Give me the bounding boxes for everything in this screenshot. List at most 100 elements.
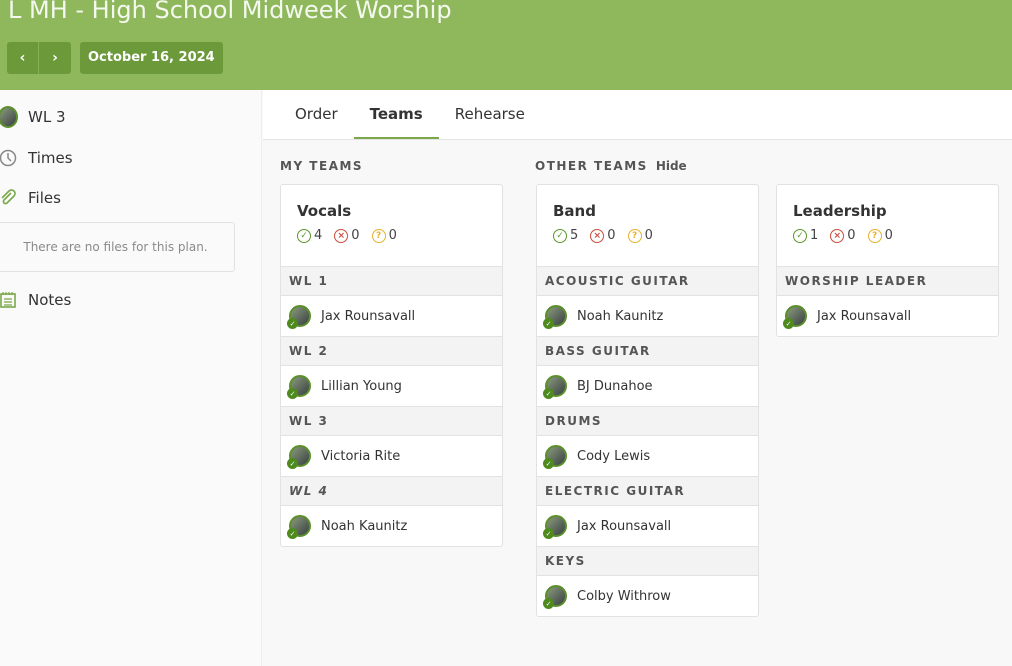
declined-count: × 0 — [830, 228, 856, 243]
person-name: Noah Kaunitz — [577, 308, 664, 324]
declined-value: 0 — [847, 228, 856, 243]
team-card: Leadership ✓ 1 × 0 ? 0 WORSHIP LEADER ✓ Jax R… — [776, 184, 999, 337]
avatar: ✓ — [287, 515, 311, 539]
person-name: Jax Rounsavall — [321, 308, 416, 324]
avatar — [0, 106, 18, 128]
check-icon: ✓ — [543, 318, 554, 329]
list-item[interactable]: ✓ Noah Kaunitz — [281, 506, 502, 546]
declined-value: 0 — [351, 228, 360, 243]
pending-count: ? 0 — [867, 228, 893, 243]
position-header: BASS GUITAR — [537, 336, 758, 366]
list-item[interactable]: ✓ Lillian Young — [281, 366, 502, 406]
position-header: WL 2 — [281, 336, 502, 366]
sidebar-item-label: WL 3 — [28, 108, 66, 126]
team-card: Band ✓ 5 × 0 ? 0 ACOUSTIC GUITAR ✓ Noah Kauni… — [536, 184, 759, 617]
position-header: ELECTRIC GUITAR — [537, 476, 758, 506]
page-header: L MH - High School Midweek Worship ‹ › O… — [0, 0, 1012, 90]
confirmed-count: ✓ 1 — [793, 228, 818, 243]
check-icon: ✓ — [287, 458, 298, 469]
position-header: ACOUSTIC GUITAR — [537, 266, 758, 296]
position-header: WL 1 — [281, 266, 502, 296]
declined-value: 0 — [607, 228, 616, 243]
other-teams-label: OTHER TEAMS — [535, 159, 648, 173]
sidebar: WL 3 Times Files There are no files for … — [0, 90, 262, 666]
list-item[interactable]: ✓ Noah Kaunitz — [537, 296, 758, 336]
question-circle-icon: ? — [867, 228, 882, 243]
sidebar-item-label: Files — [28, 189, 61, 207]
check-icon: ✓ — [783, 318, 794, 329]
pending-count: ? 0 — [627, 228, 653, 243]
team-name[interactable]: Leadership — [793, 202, 982, 220]
avatar: ✓ — [543, 585, 567, 609]
notepad-icon — [0, 290, 18, 310]
tab-order[interactable]: Order — [279, 90, 354, 139]
list-item[interactable]: ✓ Colby Withrow — [537, 576, 758, 616]
confirmed-count: ✓ 5 — [553, 228, 578, 243]
tab-teams[interactable]: Teams — [353, 90, 439, 139]
paperclip-icon — [0, 188, 18, 208]
position-header: DRUMS — [537, 406, 758, 436]
person-name: Cody Lewis — [577, 448, 651, 464]
tab-rehearse[interactable]: Rehearse — [439, 90, 541, 139]
pending-value: 0 — [884, 228, 893, 243]
hide-other-teams-link[interactable]: Hide — [656, 159, 687, 173]
x-circle-icon: × — [334, 228, 349, 243]
question-circle-icon: ? — [627, 228, 642, 243]
avatar: ✓ — [543, 305, 567, 329]
check-circle-icon: ✓ — [793, 228, 807, 243]
person-name: Victoria Rite — [321, 448, 401, 464]
check-icon: ✓ — [543, 528, 554, 539]
avatar: ✓ — [287, 305, 311, 329]
list-item[interactable]: ✓ Victoria Rite — [281, 436, 502, 476]
x-circle-icon: × — [590, 228, 605, 243]
sidebar-item-times[interactable]: Times — [0, 148, 73, 168]
list-item[interactable]: ✓ Jax Rounsavall — [537, 506, 758, 546]
check-icon: ✓ — [543, 388, 554, 399]
check-icon: ✓ — [287, 388, 298, 399]
declined-count: × 0 — [590, 228, 616, 243]
confirmed-value: 1 — [810, 228, 819, 243]
question-circle-icon: ? — [371, 228, 386, 243]
position-header: WL 4 — [281, 476, 502, 506]
person-name: Noah Kaunitz — [321, 518, 408, 534]
team-card: Vocals ✓ 4 × 0 ? 0 WL 1 ✓ Jax Rounsavall WL 2 ✓… — [280, 184, 503, 547]
list-item[interactable]: ✓ Jax Rounsavall — [777, 296, 998, 336]
check-icon: ✓ — [543, 458, 554, 469]
declined-count: × 0 — [334, 228, 360, 243]
check-icon: ✓ — [287, 318, 298, 329]
check-icon: ✓ — [543, 598, 554, 609]
confirmed-count: ✓ 4 — [297, 228, 322, 243]
x-circle-icon: × — [830, 228, 845, 243]
person-name: Colby Withrow — [577, 588, 671, 604]
avatar: ✓ — [543, 445, 567, 469]
previous-plan-button[interactable]: ‹ — [7, 42, 39, 74]
plan-date-button[interactable]: October 16, 2024 — [80, 42, 223, 74]
avatar: ✓ — [287, 445, 311, 469]
check-circle-icon: ✓ — [553, 228, 567, 243]
no-files-message: There are no files for this plan. — [0, 222, 235, 272]
team-name[interactable]: Vocals — [297, 202, 486, 220]
confirmed-value: 4 — [314, 228, 323, 243]
check-circle-icon: ✓ — [297, 228, 311, 243]
position-header: WORSHIP LEADER — [777, 266, 998, 296]
next-plan-button[interactable]: › — [39, 42, 71, 74]
sidebar-item-wl3[interactable]: WL 3 — [0, 106, 66, 128]
check-icon: ✓ — [287, 528, 298, 539]
sidebar-item-files[interactable]: Files — [0, 188, 61, 208]
list-item[interactable]: ✓ BJ Dunahoe — [537, 366, 758, 406]
person-name: Jax Rounsavall — [577, 518, 672, 534]
team-name[interactable]: Band — [553, 202, 742, 220]
person-name: Lillian Young — [321, 378, 402, 394]
list-item[interactable]: ✓ Jax Rounsavall — [281, 296, 502, 336]
person-name: Jax Rounsavall — [817, 308, 912, 324]
my-teams-heading: MY TEAMS — [280, 159, 364, 173]
position-header: KEYS — [537, 546, 758, 576]
plan-tabs: Order Teams Rehearse — [263, 90, 1012, 140]
person-name: BJ Dunahoe — [577, 378, 653, 394]
clock-icon — [0, 148, 18, 168]
avatar: ✓ — [543, 375, 567, 399]
list-item[interactable]: ✓ Cody Lewis — [537, 436, 758, 476]
position-header: WL 3 — [281, 406, 502, 436]
sidebar-item-notes[interactable]: Notes — [0, 290, 71, 310]
other-teams-heading: OTHER TEAMS Hide — [535, 159, 687, 173]
